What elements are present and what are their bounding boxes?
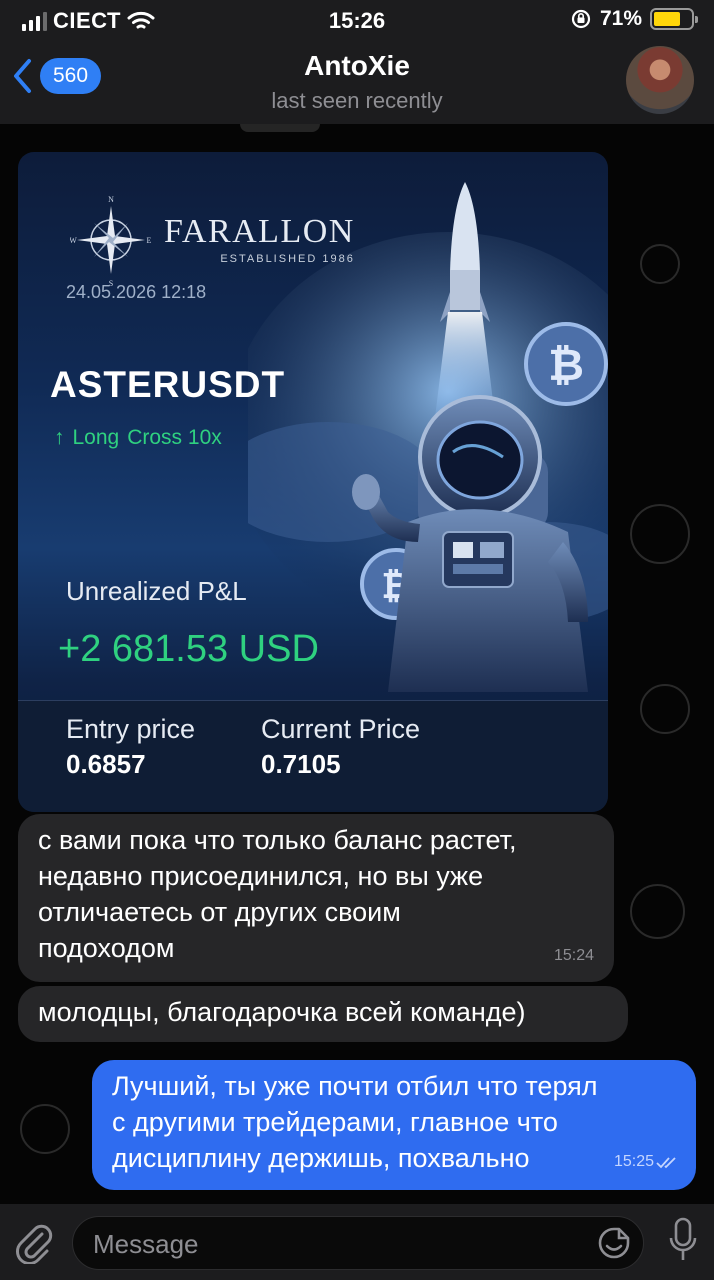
background-doodle [640,684,690,734]
compass-north-label: N [108,195,114,204]
message-line: подоходом [38,933,175,963]
brand-established: ESTABLISHED 1986 [220,253,355,265]
message-time: 15:24 [553,947,594,964]
entry-price-label: Entry price [66,714,196,744]
margin-mode: Cross 10x [127,426,222,449]
compass-west-label: W [70,236,77,245]
battery-percent: 71% [599,7,642,30]
message-time: 15:25 [613,1153,654,1170]
chat-header: 560 AntoXie last seen recently [0,40,714,124]
background-doodle [630,884,685,939]
orientation-lock-icon [571,9,591,29]
message-line: с другими трейдерами, главное что [112,1107,558,1137]
battery-icon [650,8,698,30]
trade-datetime: 24.05.2026 12:18 [66,282,207,302]
double-check-icon [656,1157,676,1169]
sticker-icon[interactable] [597,1226,631,1260]
compass-rose-icon: N E S W [70,195,152,288]
message-bubble-incoming[interactable]: молодцы, благодарочка всей команде) [18,986,628,1042]
message-line: молодцы, благодарочка всей команде) [38,997,526,1027]
current-price-value: 0.7105 [261,749,341,779]
trade-screenshot-card[interactable]: ₿ ₿ N E S W FARALLON ESTABLISHED 1986 24… [18,152,608,812]
brand-name: FARALLON [164,213,355,250]
svg-text:₿: ₿ [548,340,584,391]
background-doodle [630,504,690,564]
card-divider [18,700,608,701]
message-line: недавно присоединился, но вы уже [38,861,484,891]
message-bubble-outgoing[interactable]: Лучший, ты уже почти отбил что терял с д… [92,1060,696,1190]
position-side: Long [72,426,120,449]
message-line: дисциплину держишь, похвально [112,1143,530,1173]
paperclip-icon[interactable] [14,1220,54,1264]
message-bubble-incoming[interactable]: с вами пока что только баланс растет, не… [18,814,614,982]
brand-logo: N E S W FARALLON ESTABLISHED 1986 [70,192,355,288]
message-placeholder: Message [93,1229,199,1259]
chat-status: last seen recently [271,88,443,113]
message-line: с вами пока что только баланс растет, [38,825,517,855]
previous-message-edge [240,124,320,132]
background-doodle [640,244,680,284]
pnl-label: Unrealized P&L [66,576,247,606]
entry-price-value: 0.6857 [66,749,146,779]
message-input-bar: Message [0,1204,714,1280]
current-price-label: Current Price [261,714,421,744]
chat-title[interactable]: AntoXie [0,50,714,82]
chat-area[interactable]: ₿ ₿ N E S W FARALLON ESTABLISHED 1986 24… [0,124,714,1204]
message-line: отличаетесь от других своим [38,897,401,927]
message-line: Лучший, ты уже почти отбил что терял [112,1071,598,1101]
trading-pair: ASTERUSDT [50,364,286,405]
entry-price-block: Entry price 0.6857 [66,714,195,780]
current-price-block: Current Price 0.7105 [261,714,420,780]
microphone-icon[interactable] [668,1216,698,1266]
pnl-value: +2 681.53 USD [58,628,319,670]
position-info: ↑ Long Cross 10x [54,426,222,450]
compass-east-label: E [147,236,152,245]
avatar[interactable] [626,46,694,114]
message-input[interactable]: Message [72,1216,644,1270]
status-bar: СIЕСТ 15:26 71% [0,0,714,40]
background-doodle [20,1104,70,1154]
arrow-up-icon: ↑ [54,426,65,449]
message-meta: 15:25 [614,1144,680,1180]
